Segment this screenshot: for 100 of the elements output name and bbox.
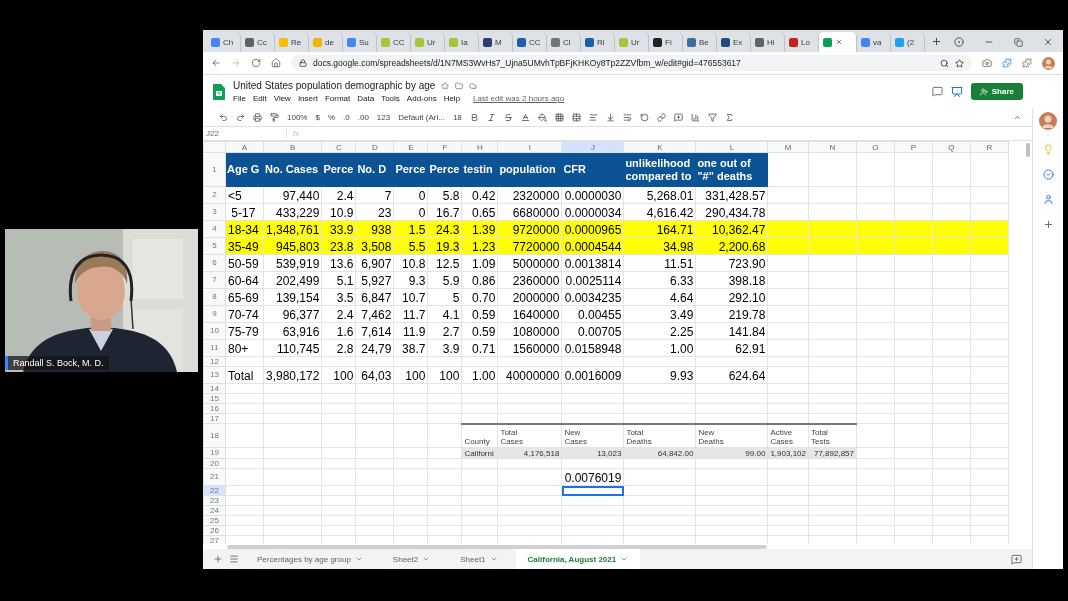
column-header[interactable]: F [427, 141, 462, 153]
camera-icon[interactable] [982, 58, 992, 68]
row-header[interactable]: 15 [203, 393, 226, 404]
browser-tab[interactable]: Be [683, 32, 717, 52]
column-header[interactable]: J [561, 141, 624, 153]
caret-icon[interactable] [422, 555, 431, 563]
close-icon[interactable] [1043, 37, 1053, 47]
row-header[interactable]: 24 [203, 505, 226, 516]
avatar[interactable] [1042, 56, 1055, 70]
row-header[interactable]: 1 [203, 152, 226, 187]
back-icon[interactable] [211, 58, 221, 68]
row-header[interactable]: 25 [203, 515, 226, 526]
font-dropdown[interactable]: Default (Ari... [398, 112, 445, 122]
column-header[interactable]: A [225, 141, 264, 153]
sheet-tab[interactable]: Percentages by age group [245, 549, 375, 569]
column-header[interactable]: Q [932, 141, 971, 153]
column-header[interactable]: E [393, 141, 428, 153]
column-header[interactable]: K [623, 141, 696, 153]
row-header[interactable]: 14 [203, 383, 226, 394]
bold-icon[interactable] [469, 112, 479, 122]
sheet-tab[interactable]: Sheet1 [448, 549, 510, 569]
print-icon[interactable] [253, 112, 262, 122]
browser-tab[interactable]: Ur [615, 32, 649, 52]
column-header[interactable]: H [461, 141, 498, 153]
caret-icon[interactable] [489, 555, 498, 563]
percent-button[interactable]: % [327, 112, 336, 122]
sheet-tab[interactable]: Sheet2 [380, 549, 443, 569]
column-header[interactable]: D [355, 141, 394, 153]
browser-tab[interactable] [819, 32, 857, 52]
menu-item[interactable]: Format [324, 94, 351, 103]
restore-icon[interactable] [1014, 37, 1023, 47]
menu-item[interactable]: File [233, 94, 246, 103]
row-header[interactable]: 18 [203, 423, 226, 448]
browser-tab[interactable]: Ch [207, 32, 241, 52]
column-header[interactable]: B [263, 141, 322, 153]
filter-icon[interactable] [707, 112, 717, 122]
share-button[interactable]: Share [970, 83, 1023, 100]
comment-icon[interactable] [673, 112, 683, 122]
name-box[interactable]: J22 [203, 129, 287, 138]
browser-tab[interactable]: Ur [411, 32, 445, 52]
add-icon[interactable] [1042, 219, 1054, 230]
comments-icon[interactable] [931, 86, 943, 97]
reload-icon[interactable] [251, 58, 261, 68]
selected-cell[interactable] [561, 485, 624, 496]
extension-icon[interactable] [1022, 58, 1032, 68]
present-icon[interactable] [950, 85, 963, 98]
wrap-icon[interactable] [622, 112, 632, 122]
row-header[interactable]: 23 [203, 495, 226, 506]
strikethrough-icon[interactable] [503, 112, 513, 122]
browser-tab[interactable]: Re [275, 32, 309, 52]
paint-format-icon[interactable] [270, 112, 279, 122]
row-header[interactable]: 20 [203, 458, 226, 469]
text-color-icon[interactable] [520, 112, 530, 122]
merge-icon[interactable] [571, 112, 581, 122]
rotate-icon[interactable] [639, 112, 649, 122]
contacts-icon[interactable] [1042, 194, 1054, 205]
decimal-button[interactable]: .00 [357, 112, 369, 122]
menu-item[interactable]: Data [357, 94, 375, 103]
browser-tab[interactable]: Cl [547, 32, 581, 52]
menu-item[interactable]: Add-ons [406, 94, 437, 103]
column-header[interactable]: N [808, 141, 857, 153]
extension-icon[interactable] [1002, 58, 1012, 68]
browser-tab[interactable]: Hi [751, 32, 785, 52]
browser-tab[interactable]: Ex [717, 32, 751, 52]
column-header[interactable]: L [695, 141, 768, 153]
row-header[interactable]: 19 [203, 447, 226, 459]
browser-tab[interactable]: CC [513, 32, 547, 52]
star-icon[interactable] [441, 81, 450, 90]
folder-icon[interactable] [455, 81, 464, 90]
menu-item[interactable]: View [273, 94, 291, 103]
redo-icon[interactable] [236, 112, 245, 122]
row-header[interactable]: 12 [203, 356, 226, 367]
browser-tab[interactable]: M [479, 32, 513, 52]
column-header[interactable]: O [856, 141, 895, 153]
avatar[interactable] [1039, 112, 1057, 130]
record-icon[interactable] [954, 37, 964, 47]
row-header[interactable]: 27 [203, 535, 226, 544]
currency-button[interactable]: $ [315, 112, 320, 122]
scrollbar[interactable] [1026, 143, 1030, 157]
star-icon[interactable] [955, 58, 964, 68]
column-header[interactable]: I [497, 141, 562, 153]
row-header[interactable]: 22 [203, 485, 226, 496]
search-icon[interactable] [940, 58, 949, 68]
add-sheet-icon[interactable] [213, 554, 223, 564]
all-sheets-icon[interactable] [229, 554, 239, 564]
row-header[interactable]: 26 [203, 525, 226, 536]
browser-tab[interactable]: Ri [581, 32, 615, 52]
menu-item[interactable]: Insert [297, 94, 318, 103]
italic-icon[interactable] [486, 112, 496, 122]
column-header[interactable]: R [970, 141, 1009, 153]
home-icon[interactable] [271, 58, 281, 68]
browser-tab[interactable]: (2 [891, 32, 925, 52]
column-header[interactable]: P [894, 141, 933, 153]
browser-tab[interactable]: va [857, 32, 891, 52]
document-title[interactable]: United States population demographic by age [233, 80, 436, 91]
undo-icon[interactable] [219, 112, 228, 122]
last-edit-link[interactable]: Last edit was 2 hours ago [473, 94, 565, 103]
row-header[interactable]: 17 [203, 413, 226, 424]
column-header[interactable]: M [767, 141, 809, 153]
menu-item[interactable]: Edit [252, 94, 267, 103]
